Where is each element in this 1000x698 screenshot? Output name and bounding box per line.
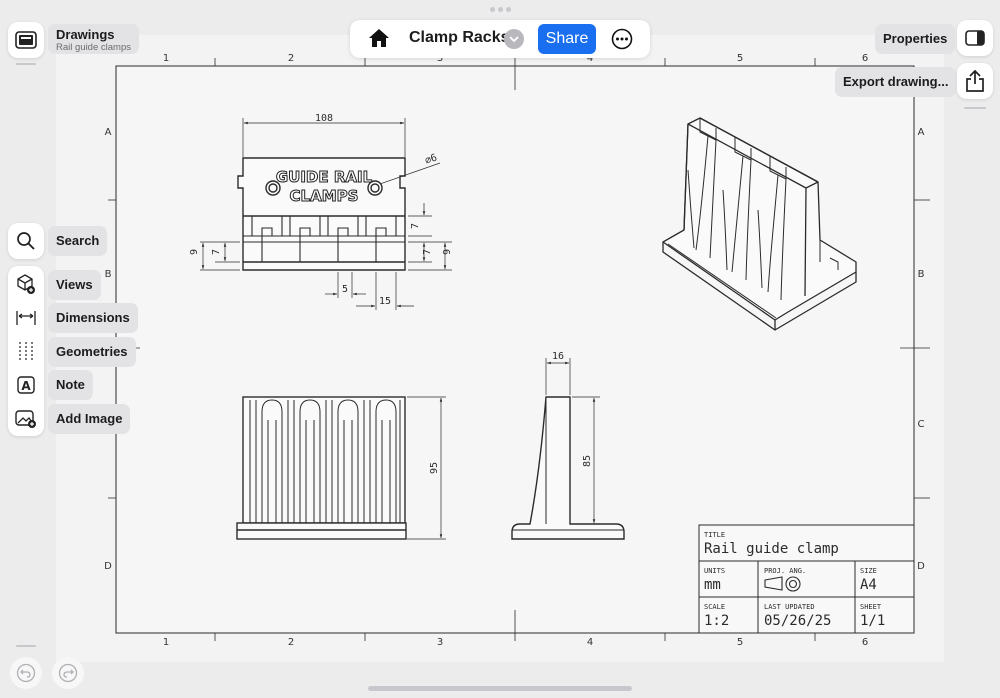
- row-label: A: [105, 127, 112, 138]
- divider: [16, 645, 36, 647]
- export-button[interactable]: [957, 63, 993, 99]
- dim-text: 15: [379, 296, 391, 307]
- col-label: 6: [862, 637, 868, 648]
- home-icon[interactable]: [368, 28, 390, 53]
- col-label: 2: [288, 53, 294, 64]
- tb-updated-label: LAST UPDATED: [764, 603, 815, 611]
- redo-icon: [58, 663, 78, 683]
- undo-icon: [16, 663, 36, 683]
- tb-updated-value: 05/26/25: [764, 613, 831, 629]
- tb-title-label: TITLE: [704, 531, 725, 539]
- views-tool[interactable]: [8, 269, 44, 299]
- document-title[interactable]: Clamp Racks: [409, 29, 510, 47]
- tools-panel: A: [8, 266, 44, 436]
- geometries-tool[interactable]: [8, 336, 44, 366]
- properties-toggle-button[interactable]: [957, 20, 993, 56]
- dim-text: 108: [315, 113, 333, 124]
- search-label[interactable]: Search: [48, 226, 108, 256]
- row-label: D: [104, 561, 112, 572]
- dim-text: 9: [442, 249, 453, 255]
- col-label: 6: [862, 53, 868, 64]
- col-label: 3: [437, 637, 443, 648]
- row-label: B: [918, 269, 925, 280]
- search-icon: [17, 232, 35, 250]
- dimensions-label[interactable]: Dimensions: [48, 303, 138, 333]
- drawing-canvas[interactable]: 1 2 3 4 5 6 1 2 3 4 5 6 A B D A B C D GU…: [0, 0, 1000, 698]
- search-button[interactable]: [8, 223, 44, 259]
- views-label[interactable]: Views: [48, 270, 101, 300]
- text-note-icon: A: [17, 376, 35, 394]
- sidebar-toggle-icon: [965, 30, 985, 46]
- properties-pill[interactable]: Properties: [875, 24, 956, 54]
- cube-plus-icon: [17, 274, 35, 294]
- note-label[interactable]: Note: [48, 370, 93, 400]
- dim-text: 7: [422, 249, 433, 255]
- engraving-text: CLAMPS: [290, 187, 359, 205]
- dim-text: 95: [429, 462, 440, 474]
- dim-text: 16: [552, 351, 564, 362]
- add-image-label[interactable]: Add Image: [48, 404, 131, 434]
- col-label: 2: [288, 637, 294, 648]
- row-label: B: [105, 269, 112, 280]
- col-label: 5: [737, 53, 743, 64]
- dim-text: 7: [410, 223, 421, 229]
- share-button[interactable]: Share: [538, 24, 596, 54]
- drawings-sidebar-button[interactable]: [8, 22, 44, 58]
- drawings-subtitle: Rail guide clamps: [56, 42, 131, 53]
- col-label: 1: [163, 53, 169, 64]
- row-label: D: [917, 561, 925, 572]
- divider: [16, 63, 36, 65]
- drawings-title: Drawings: [56, 27, 115, 42]
- dim-text: 5: [342, 284, 348, 295]
- tb-size-value: A4: [860, 577, 877, 593]
- engraving-text: GUIDE RAIL: [276, 168, 373, 186]
- geometry-lines-icon: [19, 342, 33, 360]
- tb-units-label: UNITS: [704, 567, 725, 575]
- tb-sheet-label: SHEET: [860, 603, 882, 611]
- divider: [964, 107, 986, 109]
- dimension-icon: [16, 311, 36, 325]
- dim-text: 7: [211, 249, 222, 255]
- row-label: C: [918, 419, 925, 430]
- dim-text: 9: [189, 249, 200, 255]
- col-label: 1: [163, 637, 169, 648]
- col-label: 5: [737, 637, 743, 648]
- tb-title-value: Rail guide clamp: [704, 541, 839, 557]
- svg-text:A: A: [21, 379, 31, 393]
- tb-units-value: mm: [704, 577, 721, 593]
- add-image-tool[interactable]: [8, 404, 44, 434]
- tb-proj-label: PROJ. ANG.: [764, 567, 806, 575]
- document-toolbar: Clamp Racks Share: [350, 20, 650, 58]
- elevation-view: [236, 396, 407, 540]
- drawings-icon: [15, 31, 37, 49]
- image-plus-icon: [15, 410, 36, 428]
- more-options-icon[interactable]: [611, 28, 633, 55]
- export-drawing-pill[interactable]: Export drawing...: [835, 67, 957, 97]
- geometries-label[interactable]: Geometries: [48, 337, 136, 367]
- col-label: 4: [587, 637, 593, 648]
- tb-scale-value: 1:2: [704, 613, 729, 629]
- row-label: A: [918, 127, 925, 138]
- redo-button[interactable]: [52, 657, 84, 689]
- dim-text: 85: [582, 455, 593, 467]
- tb-size-label: SIZE: [860, 567, 877, 575]
- drawings-label-pill[interactable]: Drawings Rail guide clamps: [48, 24, 139, 54]
- note-tool[interactable]: A: [8, 370, 44, 400]
- undo-button[interactable]: [10, 657, 42, 689]
- home-indicator: [368, 686, 632, 691]
- tb-sheet-value: 1/1: [860, 613, 885, 629]
- title-menu-chevron-icon[interactable]: [504, 29, 524, 49]
- share-export-icon: [966, 69, 984, 92]
- dimensions-tool[interactable]: [8, 303, 44, 333]
- tb-scale-label: SCALE: [704, 603, 725, 611]
